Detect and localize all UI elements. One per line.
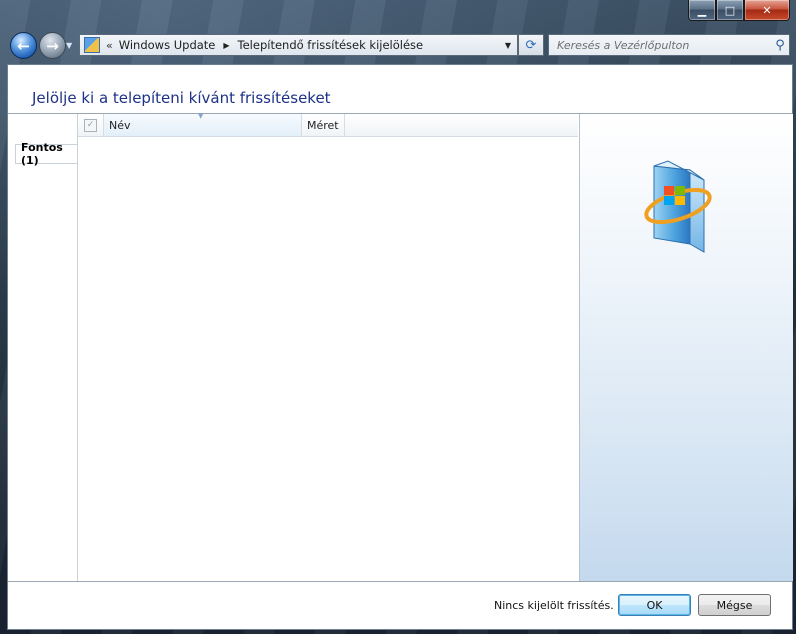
windows-update-icon (644, 160, 712, 253)
column-header-name[interactable]: ▼ Név (104, 112, 302, 136)
cancel-button[interactable]: Mégse (698, 594, 771, 616)
breadcrumb-separator-icon[interactable]: ▶ (223, 41, 229, 50)
address-bar[interactable]: « Windows Update ▶ Telepítendő frissítés… (79, 34, 518, 56)
refresh-button[interactable]: ⟳ (518, 34, 544, 56)
sort-indicator-icon: ▼ (198, 112, 204, 120)
breadcrumb-overflow[interactable]: « (106, 39, 113, 52)
maximize-button[interactable]: □ (716, 0, 744, 21)
update-list[interactable]: ✓ ▼ Név Méret (78, 112, 579, 581)
page-title: Jelölje ki a telepíteni kívánt frissítés… (32, 89, 331, 107)
refresh-icon: ⟳ (525, 37, 537, 53)
column-header-size[interactable]: Méret (302, 114, 345, 136)
minimize-button[interactable]: ▁ (688, 0, 716, 21)
close-button[interactable]: ✕ (744, 0, 790, 21)
list-header: ✓ ▼ Név Méret (78, 112, 578, 137)
content-area: Jelölje ki a telepíteni kívánt frissítés… (7, 64, 793, 630)
footer-divider (8, 581, 792, 582)
details-pane (579, 114, 793, 581)
selection-status: Nincs kijelölt frissítés. (494, 599, 614, 612)
search-input[interactable] (549, 37, 771, 53)
control-panel-icon (84, 37, 100, 53)
recent-pages-dropdown[interactable]: ▼ (66, 41, 72, 50)
category-pane: Fontos (1) (8, 114, 78, 581)
search-box[interactable]: ⚲ (548, 34, 790, 56)
back-button[interactable]: ← (10, 32, 37, 59)
forward-button[interactable]: → (39, 32, 66, 59)
breadcrumb-windows-update[interactable]: Windows Update (119, 38, 216, 52)
column-name-label: Név (109, 118, 131, 132)
column-size-label: Méret (307, 118, 339, 132)
back-arrow-icon: ← (17, 36, 30, 55)
ok-button[interactable]: OK (618, 594, 691, 616)
forward-arrow-icon: → (46, 36, 59, 55)
tab-important[interactable]: Fontos (1) (15, 141, 77, 167)
caption-buttons: ▁ □ ✕ (688, 0, 790, 21)
search-icon[interactable]: ⚲ (771, 38, 789, 53)
select-all-checkbox[interactable]: ✓ (84, 118, 97, 132)
breadcrumb-current-page[interactable]: Telepítendő frissítések kijelölése (238, 38, 424, 52)
address-dropdown-icon[interactable]: ▼ (505, 41, 511, 50)
select-all-checkbox-cell[interactable]: ✓ (78, 114, 104, 136)
